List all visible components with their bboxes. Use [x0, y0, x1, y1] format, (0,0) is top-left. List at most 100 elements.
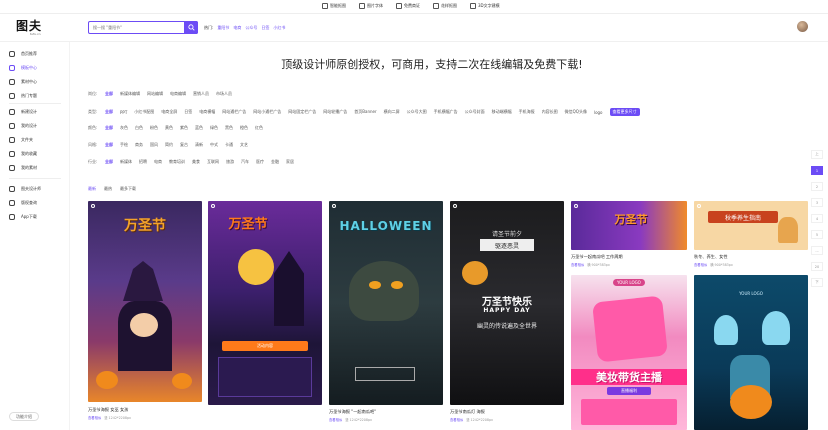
- top-link-flower[interactable]: 花样抠图: [433, 3, 457, 9]
- sort-latest[interactable]: 最新: [88, 186, 96, 192]
- sidebar-item-materials[interactable]: 素材中心: [9, 77, 37, 86]
- more-sizes-button[interactable]: 查看更多尺寸: [609, 108, 640, 116]
- filter-option[interactable]: 内容长图: [542, 109, 558, 115]
- filter-option[interactable]: 汽车: [241, 159, 249, 165]
- page-button[interactable]: 4: [811, 214, 823, 223]
- filter-option[interactable]: 蓝色: [195, 125, 203, 131]
- filter-option[interactable]: 移动端横幅: [492, 109, 512, 115]
- filter-option[interactable]: 新媒体编辑: [120, 91, 140, 97]
- sort-hottest[interactable]: 最热: [104, 186, 112, 192]
- filter-option[interactable]: 紫色: [180, 125, 188, 131]
- filter-option[interactable]: logo: [594, 110, 603, 115]
- page-button[interactable]: 5: [811, 230, 823, 239]
- page-button[interactable]: 1: [811, 166, 823, 175]
- sort-most-downloads[interactable]: 最多下载: [120, 186, 136, 192]
- filter-option[interactable]: 电商横幅: [199, 109, 215, 115]
- filter-option[interactable]: 互联网: [207, 159, 219, 165]
- filter-option[interactable]: 电商全屏: [161, 109, 177, 115]
- filter-option[interactable]: 电商编辑: [170, 91, 186, 97]
- filter-option[interactable]: 美食: [192, 159, 200, 165]
- filter-option[interactable]: 卡通: [225, 142, 233, 148]
- filter-option[interactable]: 手机海报: [519, 109, 535, 115]
- template-card[interactable]: YOUR LOGO: [694, 275, 808, 430]
- filter-option[interactable]: 网站小通栏广告: [253, 109, 281, 115]
- filter-option[interactable]: 红色: [255, 125, 263, 131]
- filter-option[interactable]: 手机横幅广告: [434, 109, 458, 115]
- sidebar-item-my-materials[interactable]: 我的素材: [9, 163, 37, 172]
- top-link-3d[interactable]: 3D文字建模: [470, 3, 500, 9]
- filter-option[interactable]: 市场人员: [216, 91, 232, 97]
- filter-option[interactable]: 首页Banner: [354, 109, 376, 115]
- filter-option[interactable]: 全部: [105, 125, 113, 131]
- filter-option[interactable]: 网站固定栏广告: [288, 109, 316, 115]
- sidebar-item-folder[interactable]: 文件夹: [9, 135, 33, 144]
- filter-option[interactable]: 白色: [135, 125, 143, 131]
- filter-option[interactable]: 橙色: [240, 125, 248, 131]
- filter-option[interactable]: 电商: [154, 159, 162, 165]
- filter-option[interactable]: 公众号大图: [407, 109, 427, 115]
- hot-keyword[interactable]: 公众号: [245, 25, 257, 31]
- filter-option[interactable]: 金融: [271, 159, 279, 165]
- sidebar-item-designer[interactable]: 图夫设计师: [9, 184, 41, 193]
- sidebar-item-my-design[interactable]: 我的设计: [9, 121, 37, 130]
- page-button[interactable]: 3: [811, 198, 823, 207]
- search-input[interactable]: [89, 22, 184, 33]
- filter-option[interactable]: 灰色: [120, 125, 128, 131]
- search-button[interactable]: [184, 21, 198, 34]
- filter-option[interactable]: 公众号封面: [465, 109, 485, 115]
- filter-option[interactable]: 黑色: [225, 125, 233, 131]
- avatar[interactable]: [797, 21, 808, 32]
- filter-option[interactable]: PPT: [120, 110, 127, 115]
- sidebar-item-templates[interactable]: 模板中心: [9, 63, 37, 72]
- filter-option[interactable]: 中式: [210, 142, 218, 148]
- filter-option[interactable]: 黄色: [165, 125, 173, 131]
- filter-option[interactable]: 新媒体: [120, 159, 132, 165]
- filter-option[interactable]: 国风: [150, 142, 158, 148]
- sidebar-item-home[interactable]: 首页推荐: [9, 49, 37, 58]
- template-card[interactable]: 万圣节: [88, 201, 202, 402]
- hot-keyword[interactable]: 电商: [233, 25, 241, 31]
- filter-option[interactable]: 小红书配图: [134, 109, 154, 115]
- filter-option[interactable]: 招聘: [139, 159, 147, 165]
- filter-option[interactable]: 清新: [195, 142, 203, 148]
- filter-option[interactable]: 营销人员: [193, 91, 209, 97]
- top-link-font[interactable]: 图片字体: [359, 3, 383, 9]
- filter-option[interactable]: 全部: [105, 142, 113, 148]
- card-title[interactable]: 秋冬、养生、女性: [694, 254, 728, 260]
- sidebar-item-copyright[interactable]: 版权查询: [9, 198, 37, 207]
- filter-option[interactable]: 网站编辑: [147, 91, 163, 97]
- sidebar-item-topics[interactable]: 热门专题: [9, 91, 37, 100]
- filter-option[interactable]: 简约: [165, 142, 173, 148]
- filter-option[interactable]: 微信QQ头像: [565, 109, 587, 115]
- filter-option[interactable]: 商务: [135, 142, 143, 148]
- page-button[interactable]: 2: [811, 182, 823, 191]
- filter-option[interactable]: 网站通栏广告: [222, 109, 246, 115]
- filter-option[interactable]: 文艺: [240, 142, 248, 148]
- page-up-button[interactable]: 上: [811, 150, 823, 159]
- template-card[interactable]: YOUR LOGO 美妆带货主播 直播福利: [571, 275, 687, 430]
- template-card[interactable]: 秋季养生指南: [694, 201, 808, 250]
- card-title[interactable]: 万圣节海报 女巫 女孩: [88, 407, 128, 413]
- top-link-cutout[interactable]: 智能抠图: [322, 3, 346, 9]
- hot-keyword[interactable]: 小红书: [273, 25, 285, 31]
- page-button[interactable]: 20: [811, 262, 823, 271]
- template-card[interactable]: HALLOWEEN: [329, 201, 443, 405]
- filter-option[interactable]: 旅游: [226, 159, 234, 165]
- filter-option[interactable]: 家居: [286, 159, 294, 165]
- filter-option[interactable]: 手绘: [120, 142, 128, 148]
- top-link-license[interactable]: 免费商证: [396, 3, 420, 9]
- page-down-button[interactable]: 下: [811, 278, 823, 287]
- hot-keyword[interactable]: 重阳节: [217, 25, 229, 31]
- filter-option[interactable]: 粉色: [150, 125, 158, 131]
- filter-option[interactable]: 全部: [105, 159, 113, 165]
- hot-keyword[interactable]: 日签: [261, 25, 269, 31]
- filter-option[interactable]: 全部: [105, 91, 113, 97]
- filter-option[interactable]: 日签: [184, 109, 192, 115]
- filter-option[interactable]: 医疗: [256, 159, 264, 165]
- filter-option[interactable]: 教育培训: [169, 159, 185, 165]
- filter-option[interactable]: 网站轮播广告: [323, 109, 347, 115]
- sidebar-item-new-design[interactable]: 新建设计: [9, 107, 37, 116]
- logo[interactable]: 图夫 tufu.cn: [16, 20, 42, 36]
- card-title[interactable]: 万圣节海报 "一起南瓜吧": [329, 409, 376, 415]
- filter-option[interactable]: 复古: [180, 142, 188, 148]
